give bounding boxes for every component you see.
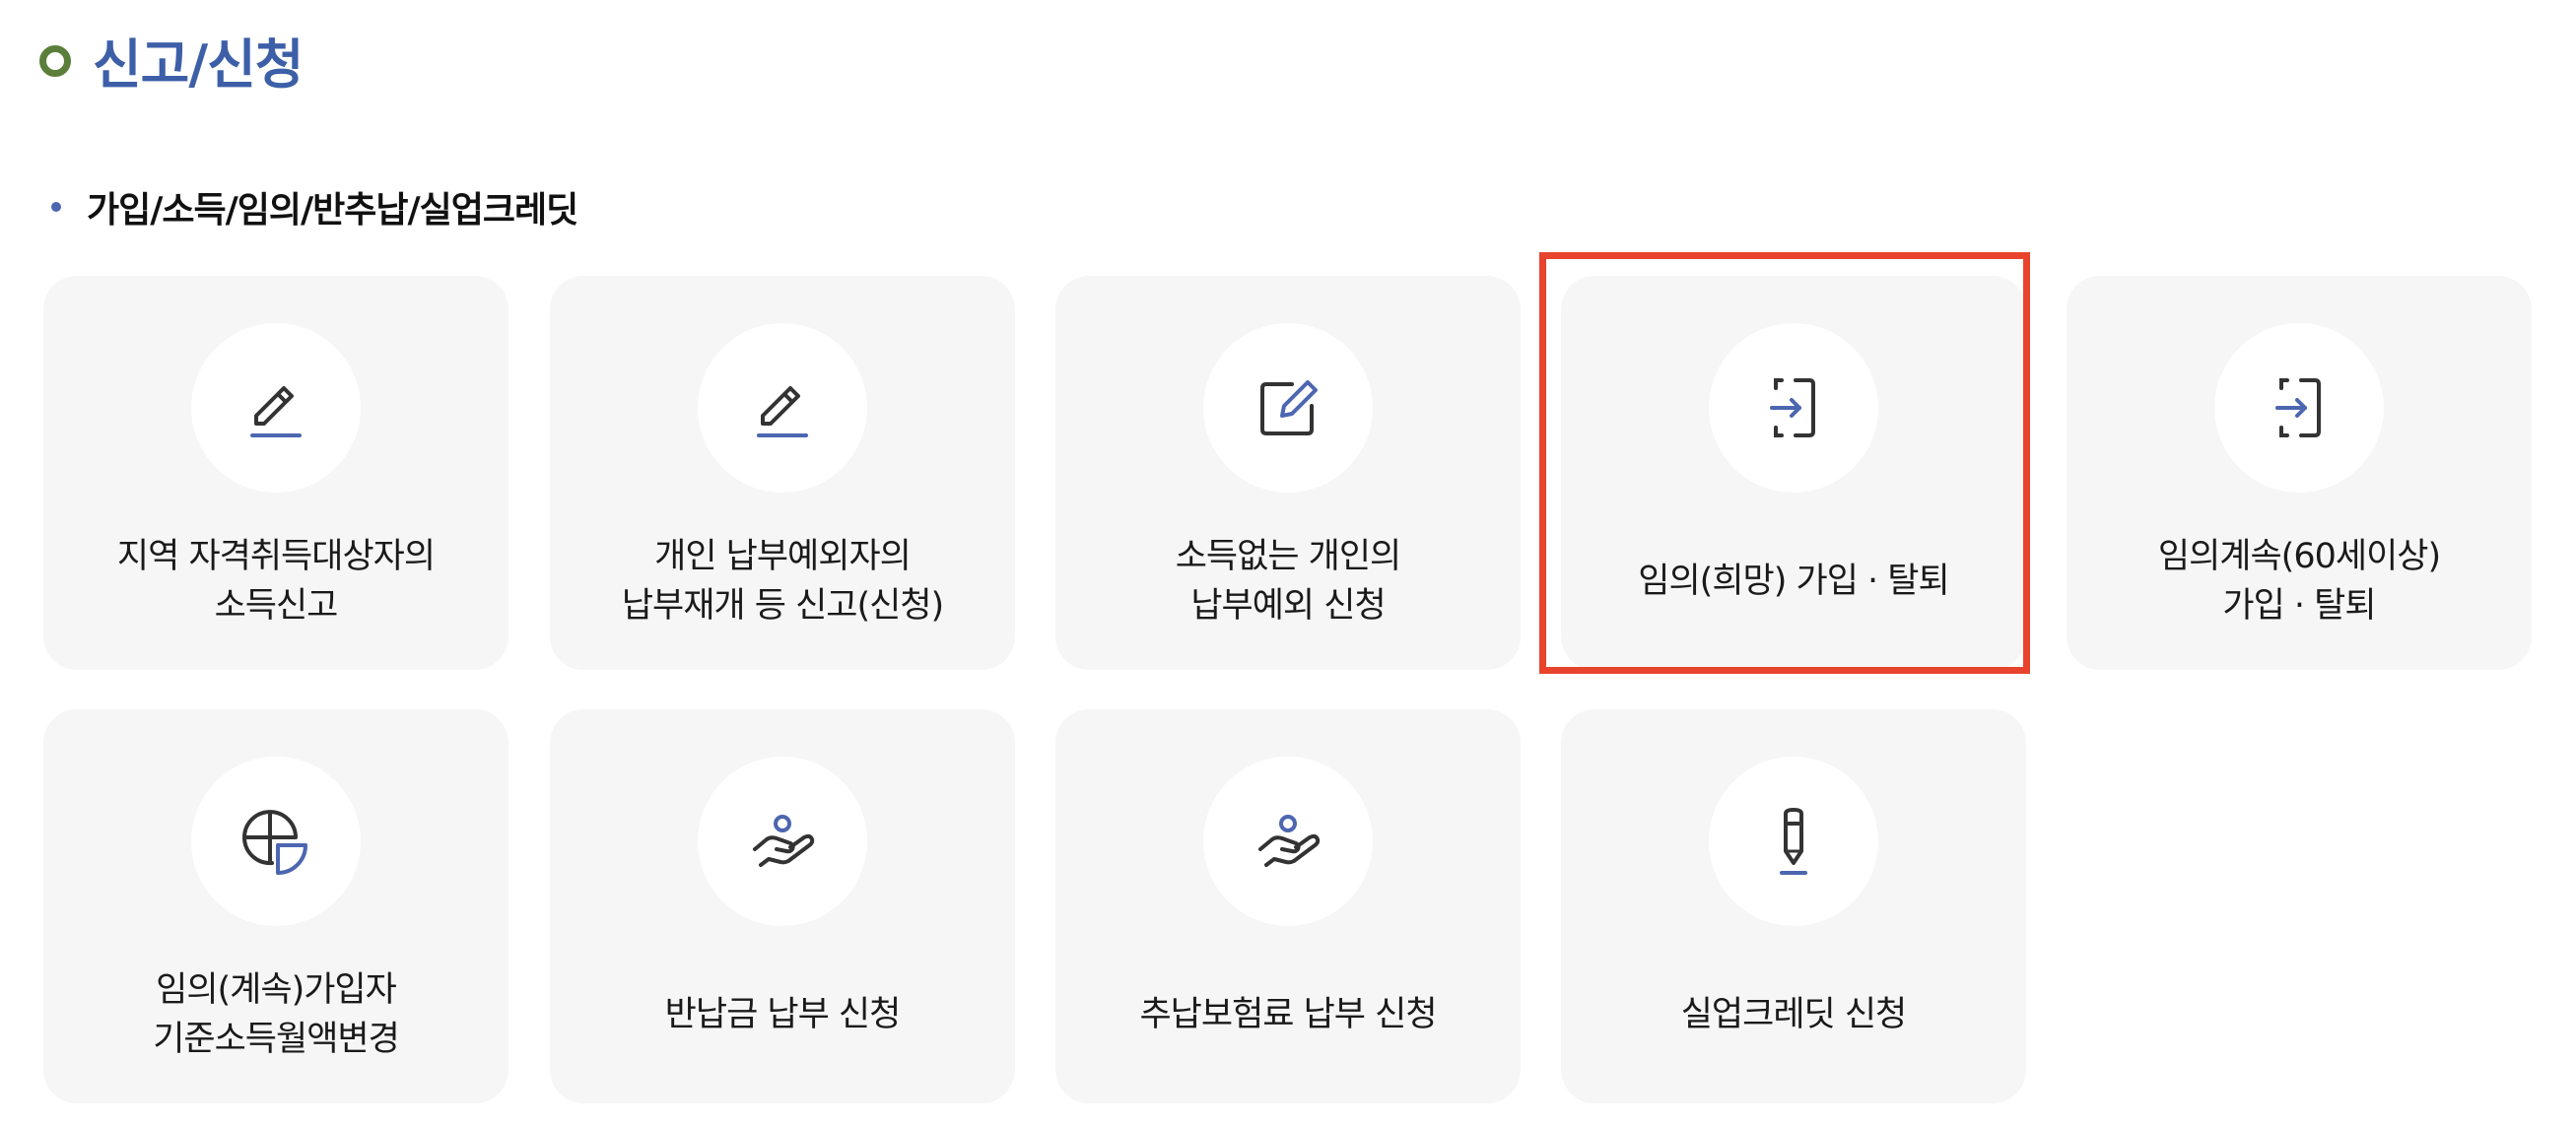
card-unemployment-credit[interactable]: 실업크레딧 신청 <box>1561 709 2026 1103</box>
card-icon-circle <box>698 757 867 926</box>
card-label: 임의(계속)가입자 기준소득월액변경 <box>153 970 400 1059</box>
card-icon-circle <box>1203 323 1373 493</box>
card-label: 실업크레딧 신청 <box>1680 995 1908 1034</box>
card-icon-circle <box>1203 757 1373 926</box>
card-regional-income-report[interactable]: 지역 자격취득대상자의 소득신고 <box>43 276 508 670</box>
card-icon-circle <box>191 323 361 493</box>
card-icon-circle <box>191 757 361 926</box>
card-standard-income-change[interactable]: 임의(계속)가입자 기준소득월액변경 <box>43 709 508 1103</box>
card-retroactive-premium[interactable]: 추납보험료 납부 신청 <box>1055 709 1521 1103</box>
title-bullet-icon <box>39 45 71 77</box>
card-label: 임의(희망) 가입 · 탈퇴 <box>1638 562 1949 601</box>
card-icon-circle <box>1709 757 1878 926</box>
card-label: 반납금 납부 신청 <box>664 995 902 1034</box>
pencil-underline-icon <box>250 386 302 437</box>
edit-square-icon <box>1260 380 1318 435</box>
card-payment-resume-report[interactable]: 개인 납부예외자의 납부재개 등 신고(신청) <box>550 276 1015 670</box>
card-label: 임의계속(60세이상) 가입 · 탈퇴 <box>2157 537 2441 626</box>
section-bullet-icon <box>51 202 61 212</box>
card-icon-circle <box>2214 323 2384 493</box>
card-label: 소득없는 개인의 납부예외 신청 <box>1175 537 1402 626</box>
login-arrow-icon <box>1770 378 1815 437</box>
page-title: 신고/신청 <box>39 18 304 100</box>
card-voluntary-continued-over60[interactable]: 임의계속(60세이상) 가입 · 탈퇴 <box>2067 276 2532 670</box>
card-no-income-exemption[interactable]: 소득없는 개인의 납부예외 신청 <box>1055 276 1521 670</box>
pie-chart-icon <box>242 810 307 875</box>
card-icon-circle <box>698 323 867 493</box>
login-arrow-icon <box>2275 378 2321 437</box>
page-title-text: 신고/신청 <box>93 33 304 96</box>
card-label: 개인 납부예외자의 납부재개 등 신고(신청) <box>621 537 944 626</box>
pencil-underline-icon <box>757 386 808 437</box>
card-label: 추납보험료 납부 신청 <box>1139 995 1437 1034</box>
card-voluntary-join-withdraw[interactable]: 임의(희망) 가입 · 탈퇴 <box>1561 276 2026 670</box>
card-refund-payment[interactable]: 반납금 납부 신청 <box>550 709 1015 1103</box>
card-label: 지역 자격취득대상자의 소득신고 <box>116 537 436 626</box>
section-heading: 가입/소득/임의/반추납/실업크레딧 <box>51 177 578 236</box>
section-heading-text: 가입/소득/임의/반추납/실업크레딧 <box>87 190 578 231</box>
hand-person-icon <box>753 815 815 867</box>
pen-icon <box>1780 808 1807 875</box>
hand-person-icon <box>1258 815 1321 867</box>
card-icon-circle <box>1709 323 1878 493</box>
